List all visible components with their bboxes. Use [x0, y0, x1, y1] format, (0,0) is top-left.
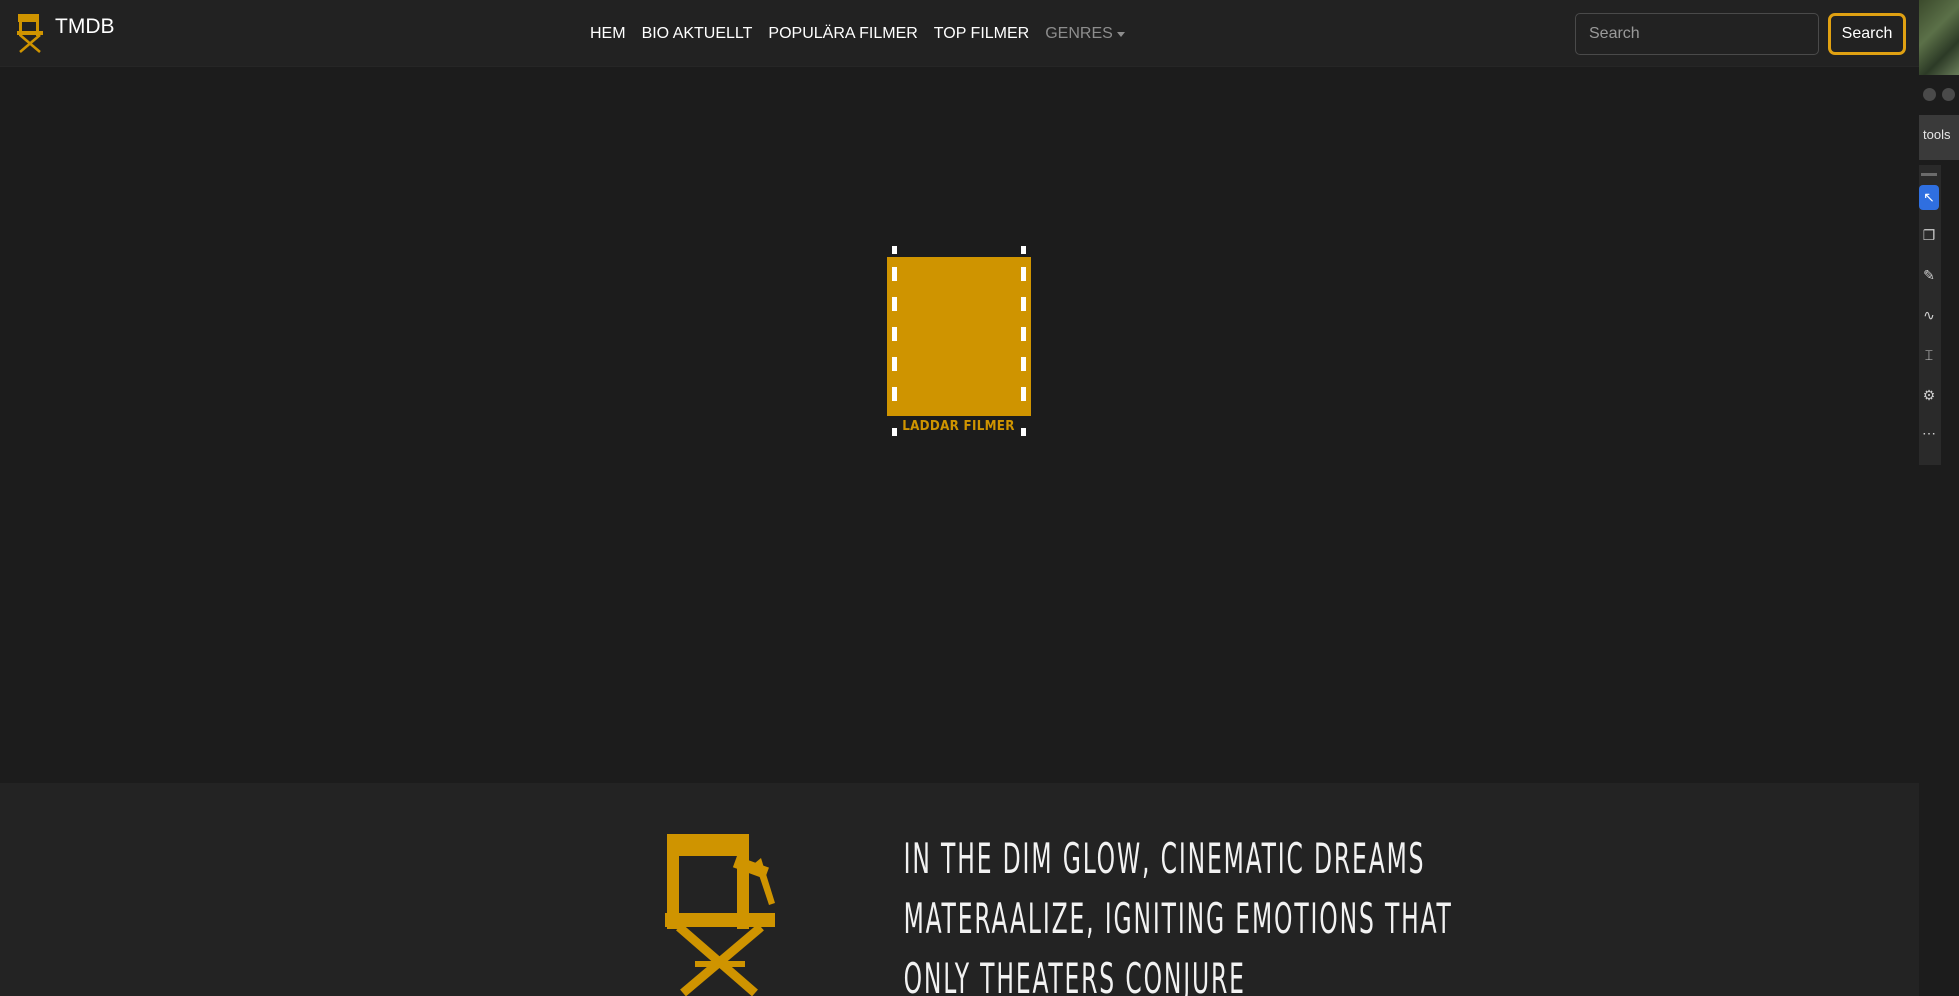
footer-quote: IN THE DIM GLOW, CINEMATIC DREAMS MATERA… — [903, 829, 1453, 996]
search-input[interactable] — [1575, 13, 1819, 55]
film-reel-icon — [887, 257, 1031, 416]
film-perforation — [1021, 387, 1026, 401]
loading-indicator: LADDAR FILMER — [880, 240, 1035, 445]
tools-divider — [1921, 173, 1937, 176]
app-page: TMDB HEM BIO AKTUELLT POPULÄRA FILMER TO… — [0, 0, 1919, 996]
genres-dropdown[interactable]: GENRES — [1045, 25, 1125, 43]
director-chair-icon — [665, 834, 775, 996]
film-perforation — [1021, 327, 1026, 341]
film-perforation — [892, 297, 897, 311]
stamp-icon[interactable]: ⚙ — [1919, 383, 1939, 408]
brand-name: TMDB — [55, 15, 115, 38]
nav-item-top-filmer[interactable]: TOP FILMER — [934, 25, 1029, 43]
note-icon[interactable]: ❐ — [1919, 223, 1939, 248]
navbar: TMDB HEM BIO AKTUELLT POPULÄRA FILMER TO… — [0, 0, 1919, 67]
quote-line: IN THE DIM GLOW, CINEMATIC DREAMS — [903, 834, 1426, 883]
film-perforation — [1021, 357, 1026, 371]
brand-link[interactable]: TMDB — [15, 13, 115, 53]
search-button[interactable]: Search — [1828, 13, 1906, 55]
genres-label: GENRES — [1045, 24, 1113, 42]
main-nav: HEM BIO AKTUELLT POPULÄRA FILMER TOP FIL… — [590, 0, 1141, 67]
film-perforation — [1021, 267, 1026, 281]
tools-bar[interactable]: tools — [1919, 115, 1959, 160]
quote-line: MATERAALIZE, IGNITING EMOTIONS THAT — [903, 894, 1453, 943]
nav-item-hem[interactable]: HEM — [590, 25, 626, 43]
sprocket-hole — [1021, 246, 1026, 254]
footer: IN THE DIM GLOW, CINEMATIC DREAMS MATERA… — [0, 783, 1919, 996]
ink-icon[interactable]: ∿ — [1919, 303, 1939, 328]
thumbnail-image[interactable] — [1919, 0, 1959, 75]
film-perforation — [1021, 297, 1026, 311]
caret-down-icon — [1116, 31, 1125, 37]
director-chair-icon — [17, 14, 43, 53]
film-perforation — [892, 357, 897, 371]
film-perforation — [892, 387, 897, 401]
window-dot[interactable] — [1923, 88, 1936, 101]
sprocket-hole — [892, 246, 897, 254]
film-perforation — [892, 267, 897, 281]
side-panel: tools ↖ ❐ ✎ ∿ ⌶ ⚙ ⋯ — [1919, 0, 1959, 996]
nav-item-bio-aktuellt[interactable]: BIO AKTUELLT — [642, 25, 753, 43]
pointer-icon[interactable]: ↖ — [1919, 185, 1939, 210]
pencil-icon[interactable]: ✎ — [1919, 263, 1939, 288]
nav-item-populara-filmer[interactable]: POPULÄRA FILMER — [768, 25, 917, 43]
loading-text: LADDAR FILMER — [902, 419, 1015, 434]
more-icon[interactable]: ⋯ — [1919, 421, 1939, 446]
tools-label: tools — [1923, 127, 1951, 142]
film-perforation — [892, 327, 897, 341]
tools-column: ↖ ❐ ✎ ∿ ⌶ ⚙ ⋯ — [1919, 165, 1941, 465]
window-controls — [1923, 88, 1955, 101]
quote-line: ONLY THEATERS CONJURE — [903, 954, 1246, 996]
window-dot[interactable] — [1942, 88, 1955, 101]
text-select-icon[interactable]: ⌶ — [1919, 343, 1939, 368]
